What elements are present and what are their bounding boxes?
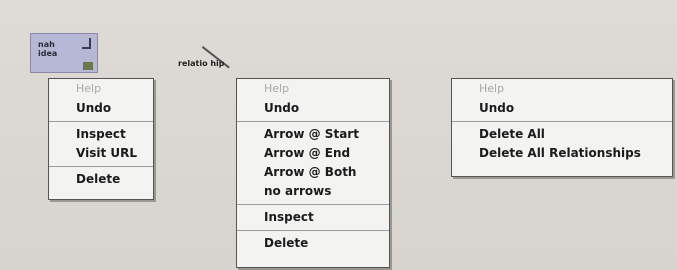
menu-separator: [237, 204, 389, 205]
menu-item-delete[interactable]: Delete: [237, 234, 389, 253]
menu-item-delete-all-relationships[interactable]: Delete All Relationships: [452, 144, 672, 163]
menu-item-arrow-start[interactable]: Arrow @ Start: [237, 125, 389, 144]
menu-item-visit-url[interactable]: Visit URL: [49, 144, 153, 163]
map-canvas[interactable]: nah idea relatio hip Help Undo Inspect V…: [0, 0, 677, 270]
menu-item-undo[interactable]: Undo: [237, 99, 389, 118]
menu-item-arrow-both[interactable]: Arrow @ Both: [237, 163, 389, 182]
menu-item-undo[interactable]: Undo: [452, 99, 672, 118]
menu-item-inspect[interactable]: Inspect: [49, 125, 153, 144]
menu-separator: [452, 121, 672, 122]
menu-item-undo[interactable]: Undo: [49, 99, 153, 118]
node-context-menu: Help Undo Inspect Visit URL Delete: [48, 78, 154, 200]
menu-item-inspect[interactable]: Inspect: [237, 208, 389, 227]
node-resize-handle[interactable]: [83, 62, 93, 70]
background-context-menu: Help Undo Delete All Delete All Relation…: [451, 78, 673, 177]
menu-item-help: Help: [479, 82, 505, 95]
relationship-label[interactable]: relatio hip: [178, 59, 225, 68]
menu-item-no-arrows[interactable]: no arrows: [237, 182, 389, 201]
menu-item-help: Help: [76, 82, 102, 95]
idea-node[interactable]: nah idea: [30, 33, 98, 73]
node-text: nah idea: [38, 40, 58, 58]
menu-separator: [237, 230, 389, 231]
menu-item-delete-all[interactable]: Delete All: [452, 125, 672, 144]
menu-item-arrow-end[interactable]: Arrow @ End: [237, 144, 389, 163]
menu-separator: [237, 121, 389, 122]
menu-item-delete[interactable]: Delete: [49, 170, 153, 189]
menu-separator: [49, 166, 153, 167]
menu-separator: [49, 121, 153, 122]
relationship-context-menu: Help Undo Arrow @ Start Arrow @ End Arro…: [236, 78, 390, 268]
menu-item-help: Help: [264, 82, 290, 95]
node-page-icon: [82, 38, 91, 49]
